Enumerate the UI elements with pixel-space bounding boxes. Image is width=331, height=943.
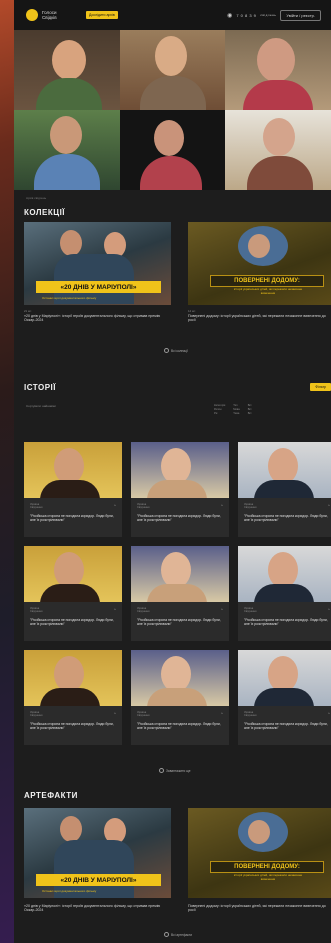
story-title[interactable]: "Російська сторона не погодила коридор. … [137, 618, 223, 626]
artifact-caption-1[interactable]: «20 днів у Маріуполі»: історії героїв до… [24, 904, 169, 912]
story-card[interactable]: Україна Свідчення ▸ "Російська сторона не п… [24, 546, 122, 641]
collection-banner-1: «20 ДНІВ У МАРІУПОЛІ» [36, 281, 161, 293]
play-icon[interactable]: ▸ [221, 607, 223, 611]
portrait-1[interactable] [14, 30, 120, 110]
story-meta: Україна Свідчення [30, 607, 43, 614]
story-thumbnail[interactable] [24, 442, 122, 498]
collection-meta-2: 14 шт. [188, 309, 196, 313]
portrait-4[interactable] [14, 110, 120, 190]
circle-icon [159, 768, 164, 773]
hero-portrait-grid [14, 30, 331, 190]
story-thumbnail[interactable] [24, 546, 122, 602]
play-icon[interactable]: ▸ [328, 711, 330, 715]
artifact-banner-1: «20 ДНІВ У МАРІУПОЛІ» [36, 874, 161, 886]
play-icon[interactable]: ▸ [328, 503, 330, 507]
story-card[interactable]: Україна Свідчення ▸ "Російська сторона не п… [131, 442, 229, 537]
story-card[interactable]: Україна Свідчення ▸ "Російська сторона не п… [238, 442, 331, 537]
logo-icon[interactable] [26, 9, 38, 21]
story-meta: Україна Свідчення [30, 503, 43, 510]
collection-caption-1[interactable]: «20 днів у Маріуполі»: історії героїв до… [24, 314, 169, 322]
top-bar: Голоси Свідків Дослідити архів ◉ 7 0 8 3… [14, 0, 331, 30]
portrait-3[interactable] [225, 30, 331, 110]
story-meta: Україна Свідчення [137, 711, 150, 718]
filter-columns: Категорія Регіон Рік Тип Мова Тема Всі Всі Всі [214, 404, 251, 416]
story-thumbnail[interactable] [238, 650, 331, 706]
brand-name: Голоси Свідків [42, 10, 57, 20]
story-title[interactable]: "Російська сторона не погодила коридор. … [244, 722, 330, 730]
story-thumbnail[interactable] [131, 650, 229, 706]
story-thumbnail[interactable] [238, 546, 331, 602]
artifact-caption-2[interactable]: Повернені додому: історії українських ді… [188, 904, 331, 912]
story-card[interactable]: Україна Свідчення ▸ "Російська сторона не п… [238, 546, 331, 641]
collections-title: КОЛЕКЦІЇ [24, 208, 66, 217]
play-icon[interactable]: ▸ [221, 711, 223, 715]
play-icon[interactable]: ▸ [221, 503, 223, 507]
hero-caption: Архів свідчень [26, 196, 47, 200]
page: Голоси Свідків Дослідити архів ◉ 7 0 8 3… [14, 0, 331, 943]
stat-label: свідчень [260, 13, 277, 17]
story-card[interactable]: Україна Свідчення ▸ "Російська сторона не п… [131, 546, 229, 641]
stories-filter-button[interactable]: Фільтр [310, 383, 331, 391]
artifacts-title: АРТЕФАКТИ [24, 791, 78, 800]
story-title[interactable]: "Російська сторона не погодила коридор. … [30, 618, 116, 626]
filter-col-2[interactable]: Тип Мова Тема [233, 404, 239, 416]
story-meta: Україна Свідчення [244, 607, 257, 614]
collections-more-link[interactable]: Всі колекції [164, 348, 188, 353]
portrait-2[interactable] [119, 30, 226, 110]
artifacts-more-link[interactable]: Всі артефакти [164, 932, 192, 937]
story-card[interactable]: Україна Свідчення ▸ "Російська сторона не п… [24, 650, 122, 745]
play-icon[interactable]: ▸ [114, 607, 116, 611]
story-title[interactable]: "Російська сторона не погодила коридор. … [30, 722, 116, 730]
play-icon[interactable]: ▸ [114, 503, 116, 507]
portrait-6[interactable] [225, 110, 331, 190]
story-title[interactable]: "Російська сторона не погодила коридор. … [30, 514, 116, 522]
archive-button[interactable]: Дослідити архів [86, 11, 118, 19]
story-thumbnail[interactable] [131, 442, 229, 498]
collection-card-1[interactable]: «20 ДНІВ У МАРІУПОЛІ» Останні герої доку… [24, 222, 171, 305]
story-meta: Україна Свідчення [137, 607, 150, 614]
story-title[interactable]: "Російська сторона не погодила коридор. … [244, 618, 330, 626]
artifact-banner-sub-1: Останні герої документального фільму [42, 889, 97, 893]
stories-more-link[interactable]: Завантажити ще [159, 768, 190, 773]
story-meta: Україна Свідчення [30, 711, 43, 718]
artifact-card-2[interactable]: ПОВЕРНЕНІ ДОДОМУ: історії українських ді… [188, 808, 331, 898]
story-meta: Україна Свідчення [137, 503, 150, 510]
stories-title: ІСТОРІЇ [24, 383, 56, 392]
sort-dropdown[interactable]: Сортувати: найновіші [26, 404, 56, 408]
play-icon[interactable]: ▸ [328, 607, 330, 611]
story-title[interactable]: "Російська сторона не погодила коридор. … [137, 722, 223, 730]
collection-banner-sub-1: Останні герої документального фільму [42, 296, 97, 300]
collection-caption-2[interactable]: Повернені додому: історії українських ді… [188, 314, 331, 322]
filter-col-1[interactable]: Категорія Регіон Рік [214, 404, 225, 416]
portrait-5[interactable] [119, 110, 226, 190]
artifact-banner-2: ПОВЕРНЕНІ ДОДОМУ: [210, 861, 324, 873]
story-thumbnail[interactable] [24, 650, 122, 706]
circle-icon [164, 932, 169, 937]
collection-banner-sub-2: історії українських дітей, які пережили … [233, 287, 303, 295]
artifact-banner-sub-2: історії українських дітей, які пережили … [233, 873, 303, 881]
story-thumbnail[interactable] [131, 546, 229, 602]
story-thumbnail[interactable] [238, 442, 331, 498]
story-meta: Україна Свідчення [244, 711, 257, 718]
collection-meta-1: 21 шт. [24, 309, 32, 313]
story-title[interactable]: "Російська сторона не погодила коридор. … [137, 514, 223, 522]
collection-banner-2: ПОВЕРНЕНІ ДОДОМУ: [210, 275, 324, 287]
login-button[interactable]: Увійти / реєстр. [280, 9, 321, 21]
story-card[interactable]: Україна Свідчення ▸ "Російська сторона не п… [238, 650, 331, 745]
story-title[interactable]: "Російська сторона не погодила коридор. … [244, 514, 330, 522]
circle-icon [164, 348, 169, 353]
story-meta: Україна Свідчення [244, 503, 257, 510]
play-icon[interactable]: ▸ [114, 711, 116, 715]
eye-icon: ◉ [227, 12, 233, 19]
artifact-card-1[interactable]: «20 ДНІВ У МАРІУПОЛІ» Останні герої доку… [24, 808, 171, 898]
story-card[interactable]: Україна Свідчення ▸ "Російська сторона не п… [24, 442, 122, 537]
stat-count: 7 0 8 3 9 [236, 12, 257, 18]
story-card[interactable]: Україна Свідчення ▸ "Російська сторона не п… [131, 650, 229, 745]
collection-card-2[interactable]: ПОВЕРНЕНІ ДОДОМУ: історії українських ді… [188, 222, 331, 305]
filter-col-3[interactable]: Всі Всі Всі [248, 404, 252, 416]
